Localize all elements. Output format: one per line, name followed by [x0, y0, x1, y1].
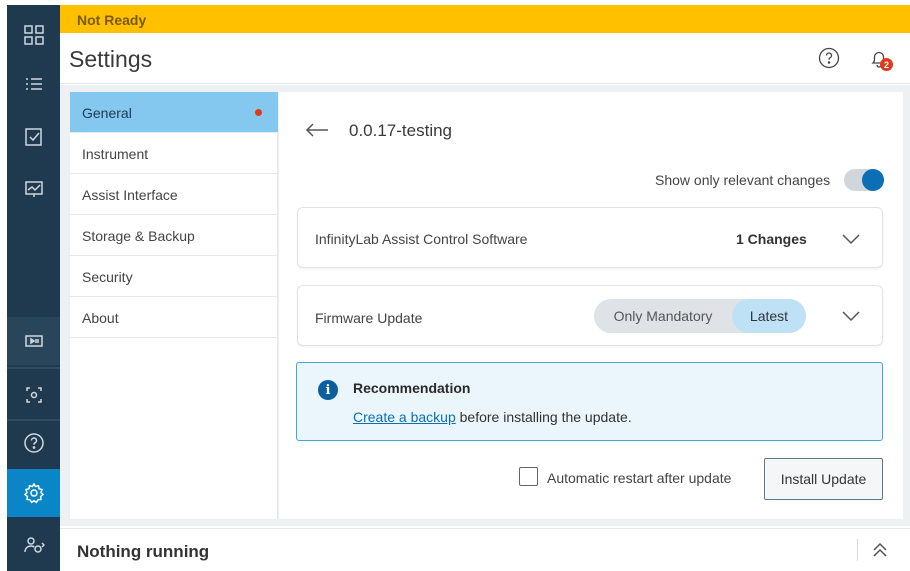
recommendation-body: before installing the update.	[455, 409, 632, 425]
help-icon[interactable]	[7, 419, 60, 467]
option-only-mandatory[interactable]: Only Mandatory	[594, 299, 732, 333]
camera-focus-icon[interactable]	[7, 371, 60, 419]
auto-restart-checkbox[interactable]	[519, 467, 538, 486]
recommendation-box: i Recommendation Create a backup before …	[296, 362, 883, 441]
toggle-knob	[862, 169, 884, 191]
chevron-double-up-icon[interactable]	[871, 541, 889, 559]
help-circle-icon[interactable]	[818, 47, 840, 69]
recommendation-text: Create a backup before installing the up…	[353, 409, 632, 425]
running-status-text: Nothing running	[77, 542, 210, 561]
relevant-changes-toggle[interactable]	[844, 169, 884, 191]
create-backup-link[interactable]: Create a backup	[353, 409, 456, 425]
nav-item-general[interactable]: General	[70, 92, 278, 133]
changes-count: 1 Changes	[736, 231, 807, 247]
info-icon: i	[318, 380, 338, 400]
nav-item-storage-backup[interactable]: Storage & Backup	[70, 215, 278, 256]
page-title: Settings	[69, 46, 153, 72]
firmware-label: Firmware Update	[315, 310, 423, 326]
nav-item-label: General	[82, 105, 132, 121]
page-header: Settings 2	[60, 33, 910, 84]
nav-item-security[interactable]: Security	[70, 256, 278, 297]
recommendation-title: Recommendation	[353, 380, 471, 396]
version-title: 0.0.17-testing	[349, 121, 453, 140]
unread-dot	[255, 109, 262, 116]
monitor-chart-icon[interactable]	[7, 165, 60, 213]
nav-item-about[interactable]: About	[70, 297, 278, 338]
user-settings-icon[interactable]	[7, 521, 60, 569]
nav-item-label: Assist Interface	[82, 187, 178, 203]
software-label: InfinityLab Assist Control Software	[315, 231, 528, 247]
firmware-mode-segmented: Only Mandatory Latest	[594, 299, 806, 333]
software-update-card[interactable]: InfinityLab Assist Control Software 1 Ch…	[297, 207, 883, 268]
nav-item-label: Security	[82, 269, 133, 285]
status-text: Not Ready	[77, 12, 147, 28]
notification-badge: 2	[880, 58, 893, 71]
status-banner: Not Ready	[60, 5, 910, 33]
settings-nav: General Instrument Assist Interface Stor…	[70, 92, 278, 519]
nav-item-label: Storage & Backup	[82, 228, 195, 244]
nav-item-assist-interface[interactable]: Assist Interface	[70, 174, 278, 215]
bottom-status-bar: Nothing running	[60, 528, 910, 571]
nav-item-label: About	[82, 310, 119, 326]
option-latest[interactable]: Latest	[732, 299, 806, 333]
nav-item-label: Instrument	[82, 146, 149, 162]
install-update-button[interactable]: Install Update	[764, 458, 883, 500]
divider	[857, 539, 858, 561]
nav-item-instrument[interactable]: Instrument	[70, 133, 278, 174]
firmware-update-card[interactable]: Firmware Update Only Mandatory Latest	[297, 285, 883, 346]
back-arrow-icon[interactable]	[304, 121, 330, 139]
auto-restart-label[interactable]: Automatic restart after update	[547, 470, 731, 486]
notifications-button[interactable]: 2	[866, 46, 893, 72]
dashboard-grid-icon[interactable]	[7, 11, 60, 59]
chevron-down-icon[interactable]	[841, 233, 861, 245]
app-rail	[7, 5, 60, 571]
chevron-down-icon[interactable]	[841, 310, 861, 322]
play-pause-icon[interactable]	[7, 317, 60, 365]
checklist-icon[interactable]	[7, 113, 60, 161]
list-icon[interactable]	[7, 60, 60, 108]
toggle-label: Show only relevant changes	[655, 172, 831, 188]
settings-gear-icon[interactable]	[7, 469, 60, 517]
